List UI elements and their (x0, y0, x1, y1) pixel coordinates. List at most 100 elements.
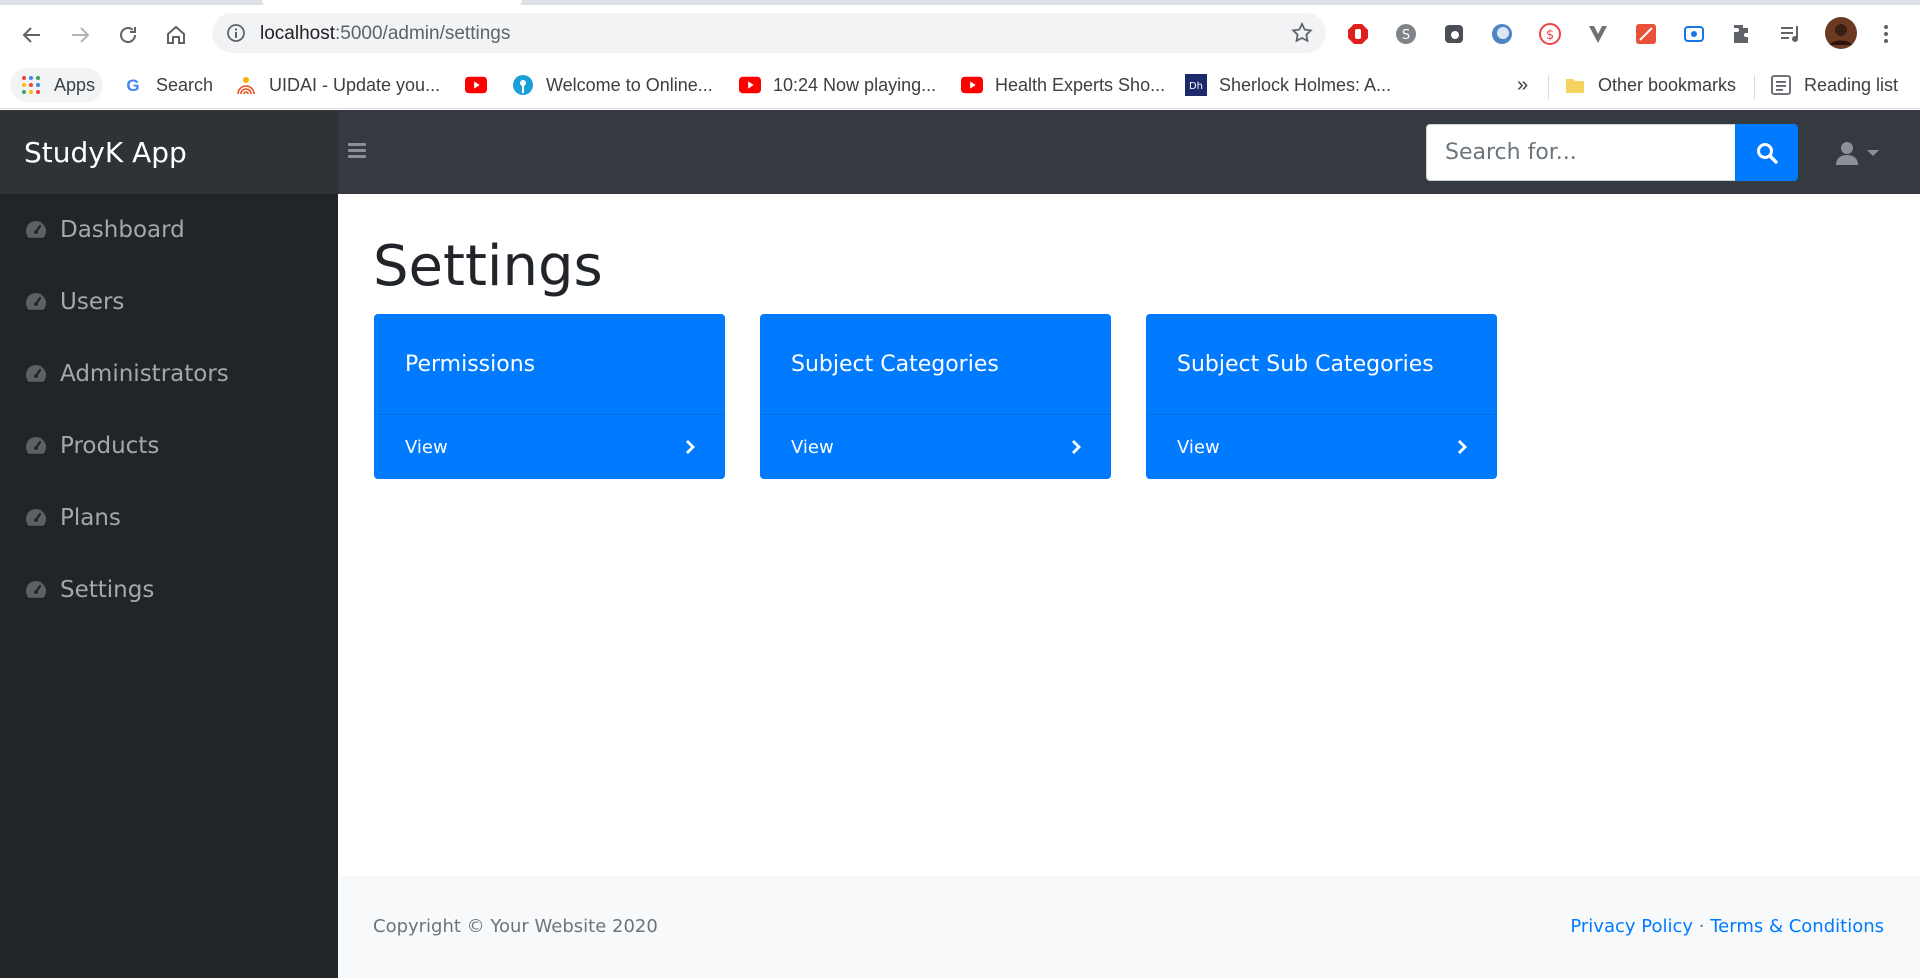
bookmark-label: Health Experts Sho... (995, 74, 1166, 95)
bookmark-label: Other bookmarks (1598, 74, 1737, 95)
chevron-right-icon (686, 440, 695, 454)
bookmark-label: 10:24 Now playing... (773, 74, 937, 95)
user-dropdown-toggle[interactable] (1834, 138, 1884, 168)
reading-list-icon (1770, 74, 1792, 96)
terms-conditions-link[interactable]: Terms & Conditions (1710, 916, 1884, 937)
arrow-left-icon (22, 27, 40, 43)
screencast-extension-icon[interactable] (1441, 21, 1467, 47)
main-content: Settings Permissions View Subject Catego… (338, 194, 1920, 876)
back-button[interactable] (16, 19, 48, 51)
dollar-extension-icon[interactable]: $ (1537, 21, 1563, 47)
sidebar-item-label: Products (60, 433, 160, 459)
svg-text:Dh: Dh (1189, 81, 1203, 92)
dh-icon: Dh (1185, 74, 1207, 96)
search-button[interactable] (1735, 124, 1798, 181)
bookmark-label: Search (156, 74, 214, 95)
card-view-label: View (791, 437, 834, 458)
record-extension-icon[interactable] (1681, 21, 1707, 47)
top-navbar: StudyK App (0, 110, 1920, 194)
bookmarks-overflow-button[interactable]: » (1517, 68, 1528, 102)
google-icon: G (122, 74, 144, 96)
search-input[interactable] (1426, 124, 1736, 181)
url-host: localhost (260, 23, 335, 44)
sidebar-item-label: Plans (60, 505, 121, 531)
profile-avatar[interactable] (1825, 17, 1857, 49)
search-icon (1756, 142, 1778, 164)
sidebar-item-settings[interactable]: Settings (0, 554, 338, 626)
reading-list-button[interactable]: Reading list (1770, 68, 1898, 102)
bookmark-label: Apps (54, 74, 96, 95)
sidebar-item-products[interactable]: Products (0, 410, 338, 482)
app-brand[interactable]: StudyK App (24, 136, 187, 169)
sidebar-item-administrators[interactable]: Administrators (0, 338, 338, 410)
v-extension-icon[interactable] (1585, 21, 1611, 47)
sidebar-item-label: Administrators (60, 361, 229, 387)
bookmarks-bar: Apps G Search UIDAI - Update you... Welc… (0, 63, 1920, 109)
sidebar-item-dashboard[interactable]: Dashboard (0, 194, 338, 266)
card-subject-sub-categories: Subject Sub Categories View (1146, 314, 1497, 479)
bookmark-apps[interactable]: Apps (10, 68, 104, 102)
skype-extension-icon[interactable]: S (1393, 21, 1419, 47)
home-icon (167, 25, 185, 44)
media-control-icon[interactable] (1777, 21, 1803, 47)
sidebar-item-users[interactable]: Users (0, 266, 338, 338)
bookmark-label: Welcome to Online... (546, 74, 713, 95)
hamburger-line (348, 143, 366, 146)
svg-text:S: S (1402, 28, 1410, 43)
home-button[interactable] (160, 19, 192, 51)
bookmark-sherlock[interactable]: Dh Sherlock Holmes: A... (1185, 68, 1391, 102)
bookmark-divider (1548, 75, 1549, 99)
sidebar-item-label: Dashboard (60, 217, 185, 243)
tachometer-icon (26, 581, 46, 598)
bookmark-star-icon[interactable] (1290, 21, 1314, 45)
card-view-link[interactable]: View (374, 414, 725, 479)
bookmark-welcome[interactable]: Welcome to Online... (512, 68, 713, 102)
tachometer-icon (26, 437, 46, 454)
brand-area: StudyK App (0, 110, 338, 194)
card-view-label: View (1177, 437, 1220, 458)
uidai-icon (235, 74, 257, 96)
copyright-text: Copyright © Your Website 2020 (373, 916, 658, 937)
card-permissions: Permissions View (374, 314, 725, 479)
bookmark-now-playing[interactable]: 10:24 Now playing... (739, 68, 936, 102)
privacy-policy-link[interactable]: Privacy Policy (1570, 916, 1693, 937)
sidebar-item-plans[interactable]: Plans (0, 482, 338, 554)
sidebar-item-label: Users (60, 289, 125, 315)
adblock-extension-icon[interactable] (1345, 21, 1371, 47)
card-view-link[interactable]: View (760, 414, 1111, 479)
bookmark-uidai[interactable]: UIDAI - Update you... (235, 68, 440, 102)
page-title: Settings (373, 234, 603, 299)
sbi-icon (512, 74, 534, 96)
hamburger-line (348, 149, 366, 152)
tachometer-icon (26, 221, 46, 238)
footer-separator: · (1698, 916, 1705, 937)
sidebar-item-label: Settings (60, 577, 155, 603)
folder-icon (1564, 74, 1586, 96)
bookmark-label: UIDAI - Update you... (269, 74, 441, 95)
user-icon (1836, 142, 1858, 165)
reload-button[interactable] (112, 19, 144, 51)
youtube-icon (961, 74, 983, 96)
browser-toolbar: localhost:5000/admin/settings S $ (0, 5, 1920, 63)
youtube-icon (465, 74, 487, 96)
puzzle-extensions-icon[interactable] (1729, 21, 1755, 47)
circle-extension-icon[interactable] (1489, 21, 1515, 47)
browser-menu-icon[interactable] (1873, 21, 1899, 47)
apps-grid-icon (20, 74, 42, 96)
bookmark-search[interactable]: G Search (122, 68, 213, 102)
bookmark-youtube[interactable] (465, 68, 487, 102)
bookmark-other-folder[interactable]: Other bookmarks (1564, 68, 1736, 102)
info-icon[interactable] (226, 23, 246, 43)
bookmark-divider (1754, 75, 1755, 99)
bookmark-health-experts[interactable]: Health Experts Sho... (961, 68, 1165, 102)
card-view-link[interactable]: View (1146, 414, 1497, 479)
forward-button[interactable] (64, 19, 96, 51)
page-footer: Copyright © Your Website 2020 Privacy Po… (338, 876, 1920, 978)
red-square-extension-icon[interactable] (1633, 21, 1659, 47)
bookmark-label: Sherlock Holmes: A... (1219, 74, 1392, 95)
url-text[interactable]: localhost:5000/admin/settings (260, 23, 510, 45)
card-view-label: View (405, 437, 448, 458)
sidebar-toggle-button[interactable] (348, 140, 370, 162)
footer-links: Privacy Policy · Terms & Conditions (1570, 916, 1884, 937)
address-bar[interactable]: localhost:5000/admin/settings (212, 13, 1326, 53)
